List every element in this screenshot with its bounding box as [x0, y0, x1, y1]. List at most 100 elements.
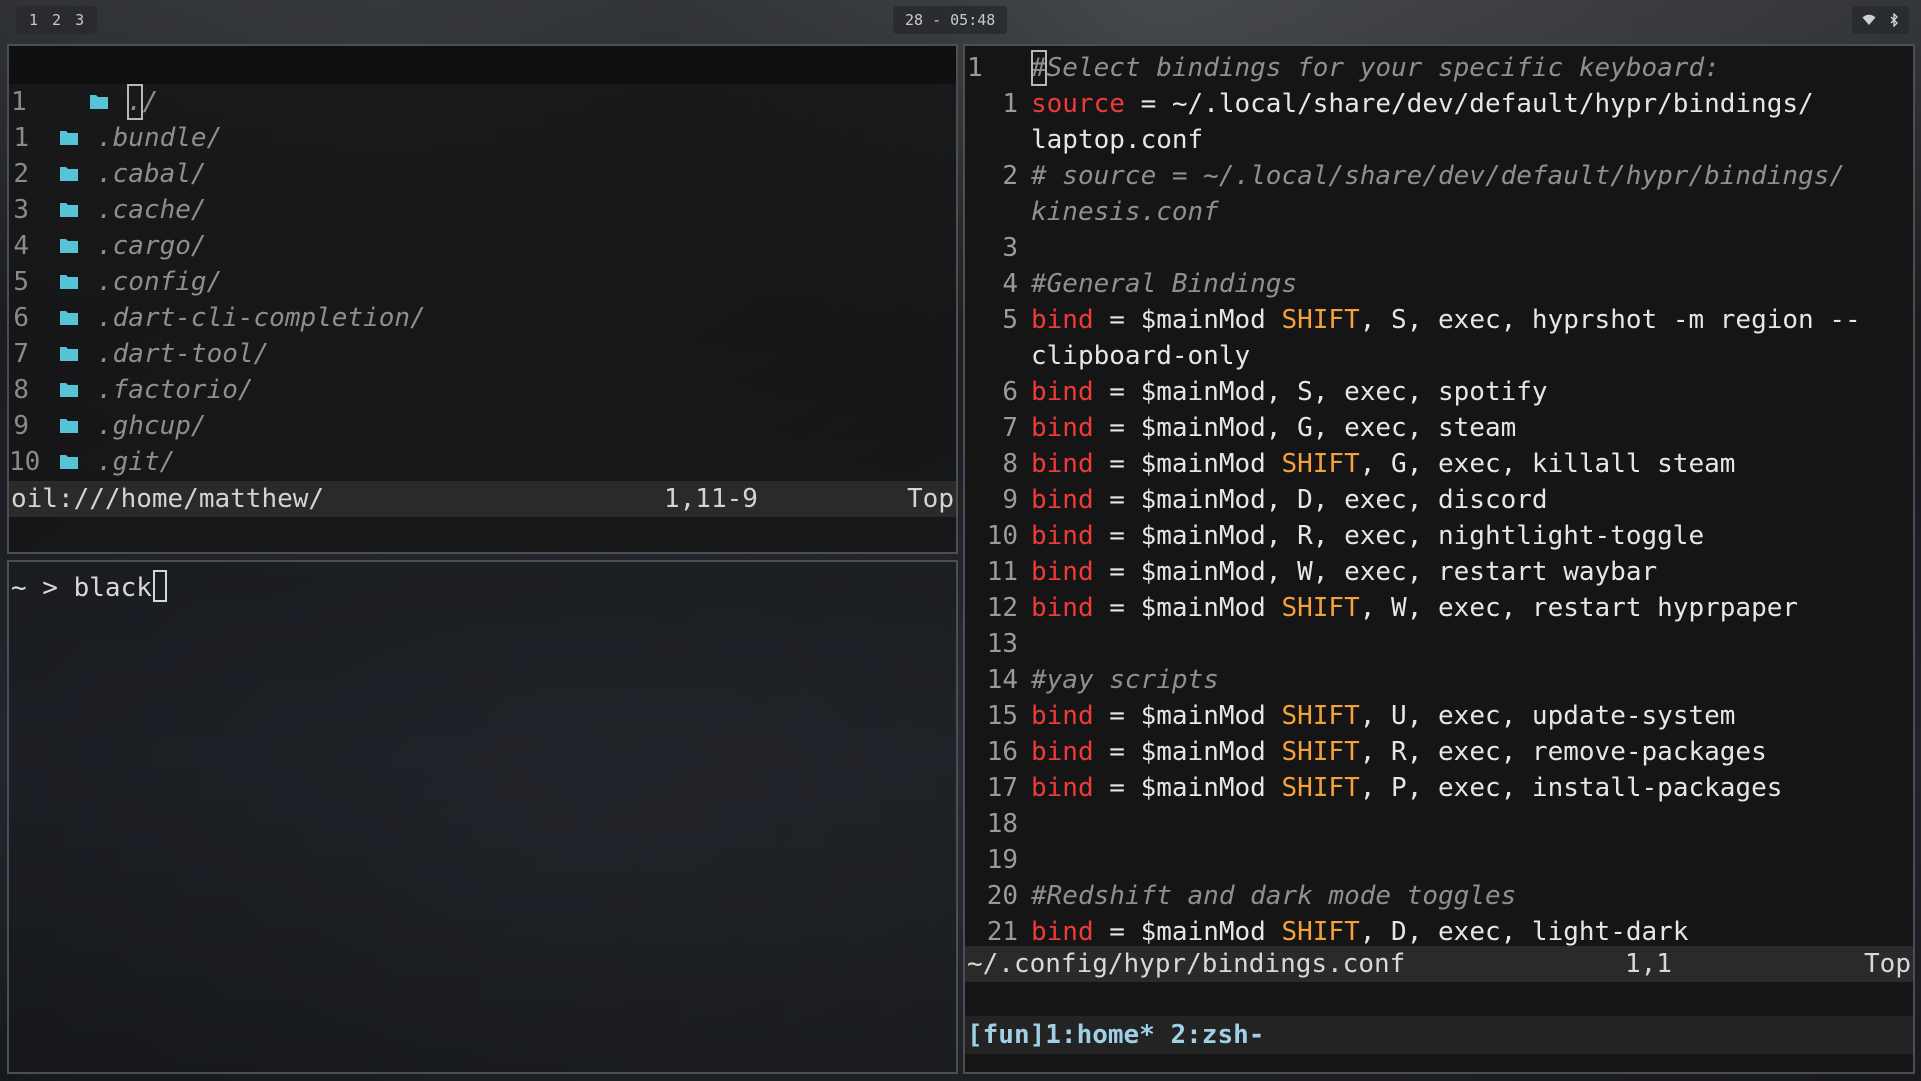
code-line[interactable]: 15 bind = $mainMod SHIFT, U, exec, update… [965, 698, 1913, 734]
code-line[interactable]: 7 bind = $mainMod, G, exec, steam [965, 410, 1913, 446]
line-number: 9 [1002, 485, 1018, 515]
code-line[interactable]: 9 bind = $mainMod, D, exec, discord [965, 482, 1913, 518]
code-line[interactable]: 13 [965, 626, 1913, 662]
file-row[interactable]: 10 .git/ [9, 444, 956, 480]
terminal-prompt-line[interactable]: ~ > black [11, 570, 167, 606]
line-number: 1 [967, 53, 983, 83]
file-row[interactable]: 8 .factorio/ [9, 372, 956, 408]
file-name[interactable]: .dart-cli-completion/ [97, 300, 426, 336]
code-token: = $mainMod, G, exec, steam [1093, 413, 1517, 443]
code-line[interactable]: 10 bind = $mainMod, R, exec, nightlight-t… [965, 518, 1913, 554]
oil-status-line: oil:///home/matthew/ 1,11-9 Top [9, 481, 956, 517]
code-text: #yay scripts [1031, 662, 1219, 698]
orange-token: SHIFT [1281, 305, 1360, 335]
orange-token: SHIFT [1281, 917, 1360, 947]
red-token: bind [1031, 485, 1094, 515]
file-row[interactable]: 1 ./ [9, 84, 956, 120]
file-name[interactable]: .git/ [97, 444, 175, 480]
bluetooth-icon[interactable] [1890, 13, 1899, 27]
file-row[interactable]: 4 .cargo/ [9, 228, 956, 264]
file-row[interactable]: 2 .cabal/ [9, 156, 956, 192]
code-text: #Select bindings for your specific keybo… [1031, 50, 1720, 86]
line-number: 8 [1002, 449, 1018, 479]
code-text: source = ~/.local/share/dev/default/hypr… [1031, 86, 1814, 122]
code-line[interactable]: kinesis.conf [965, 194, 1913, 230]
code-line[interactable]: 19 [965, 842, 1913, 878]
file-row[interactable]: 9 .ghcup/ [9, 408, 956, 444]
orange-token: SHIFT [1281, 449, 1360, 479]
terminal-window[interactable]: ~ > black [7, 560, 958, 1074]
code-token: = $mainMod, S, exec, spotify [1093, 377, 1548, 407]
code-line[interactable]: 14 #yay scripts [965, 662, 1913, 698]
code-line[interactable]: 1 source = ~/.local/share/dev/default/hyp… [965, 86, 1913, 122]
code-line[interactable]: 17 bind = $mainMod SHIFT, P, exec, instal… [965, 770, 1913, 806]
code-line[interactable]: 18 [965, 806, 1913, 842]
code-text: bind = $mainMod SHIFT, W, exec, restart … [1031, 590, 1798, 626]
code-text: bind = $mainMod, S, exec, spotify [1031, 374, 1548, 410]
file-row[interactable]: 5 .config/ [9, 264, 956, 300]
status-position: 1,11-9 [664, 484, 758, 514]
file-row[interactable]: 3 .cache/ [9, 192, 956, 228]
orange-token: SHIFT [1281, 701, 1360, 731]
status-path: oil:///home/matthew/ [11, 484, 325, 514]
oil-file-explorer-window[interactable]: 1 ./1 .bundle/2 .cabal/3 .cache/4 .cargo/5 .co… [7, 44, 958, 554]
file-name[interactable]: ./ [127, 84, 158, 120]
comment-token: kinesis.conf [1031, 197, 1219, 227]
terminal-input[interactable]: black [74, 573, 152, 603]
file-name[interactable]: .bundle/ [97, 120, 222, 156]
file-name[interactable]: .config/ [97, 264, 222, 300]
workspace-2[interactable]: 2 [45, 6, 68, 34]
code-text: # source = ~/.local/share/dev/default/hy… [1031, 158, 1845, 194]
folder-icon [59, 264, 79, 300]
red-token: source [1031, 89, 1125, 119]
line-number: 7 [1002, 413, 1018, 443]
line-number: 13 [986, 629, 1018, 659]
code-line[interactable]: 16 bind = $mainMod SHIFT, R, exec, remove… [965, 734, 1913, 770]
line-number: 1 [13, 123, 29, 153]
code-text: #Redshift and dark mode toggles [1031, 878, 1516, 914]
clock: 28 - 05:48 [893, 6, 1008, 34]
code-line[interactable]: 3 [965, 230, 1913, 266]
file-row[interactable]: 7 .dart-tool/ [9, 336, 956, 372]
vim-buffer[interactable]: 1 #Select bindings for your specific keyb… [965, 50, 1913, 950]
wifi-icon[interactable] [1862, 14, 1876, 26]
workspace-1[interactable]: 1 [22, 6, 45, 34]
code-line[interactable]: clipboard-only [965, 338, 1913, 374]
code-line[interactable]: 2 # source = ~/.local/share/dev/default/h… [965, 158, 1913, 194]
code-token: = $mainMod [1093, 449, 1282, 479]
file-name[interactable]: .dart-tool/ [97, 336, 269, 372]
folder-icon [59, 192, 79, 228]
file-row[interactable]: 1 .bundle/ [9, 120, 956, 156]
code-line[interactable]: laptop.conf [965, 122, 1913, 158]
vim-editor-window[interactable]: 1 #Select bindings for your specific keyb… [963, 44, 1915, 1074]
code-line[interactable]: 1 #Select bindings for your specific keyb… [965, 50, 1913, 86]
line-number: 5 [13, 267, 29, 297]
code-line[interactable]: 11 bind = $mainMod, W, exec, restart wayb… [965, 554, 1913, 590]
code-line[interactable]: 21 bind = $mainMod SHIFT, D, exec, light-… [965, 914, 1913, 950]
comment-token: #General Bindings [1031, 269, 1298, 299]
code-token: , S, exec, hyprshot -m region -- [1359, 305, 1861, 335]
code-line[interactable]: 4 #General Bindings [965, 266, 1913, 302]
red-token: bind [1031, 377, 1094, 407]
code-text: laptop.conf [1031, 122, 1203, 158]
file-name[interactable]: .cargo/ [97, 228, 207, 264]
comment-token: #yay scripts [1031, 665, 1219, 695]
red-token: bind [1031, 737, 1094, 767]
line-number: 4 [1002, 269, 1018, 299]
code-line[interactable]: 5 bind = $mainMod SHIFT, S, exec, hyprsho… [965, 302, 1913, 338]
code-line[interactable]: 12 bind = $mainMod SHIFT, W, exec, restar… [965, 590, 1913, 626]
file-name[interactable]: .cache/ [97, 192, 207, 228]
file-row[interactable]: 6 .dart-cli-completion/ [9, 300, 956, 336]
code-token: , W, exec, restart hyprpaper [1359, 593, 1799, 623]
comment-token: Select bindings for your specific keyboa… [1046, 53, 1720, 83]
line-number: 10 [9, 447, 41, 477]
file-name[interactable]: .cabal/ [97, 156, 207, 192]
system-tray [1852, 6, 1909, 34]
workspace-3[interactable]: 3 [68, 6, 91, 34]
code-token: , D, exec, light-dark [1359, 917, 1689, 947]
code-line[interactable]: 6 bind = $mainMod, S, exec, spotify [965, 374, 1913, 410]
file-name[interactable]: .factorio/ [97, 372, 254, 408]
code-line[interactable]: 20 #Redshift and dark mode toggles [965, 878, 1913, 914]
code-line[interactable]: 8 bind = $mainMod SHIFT, G, exec, killall… [965, 446, 1913, 482]
file-name[interactable]: .ghcup/ [97, 408, 207, 444]
